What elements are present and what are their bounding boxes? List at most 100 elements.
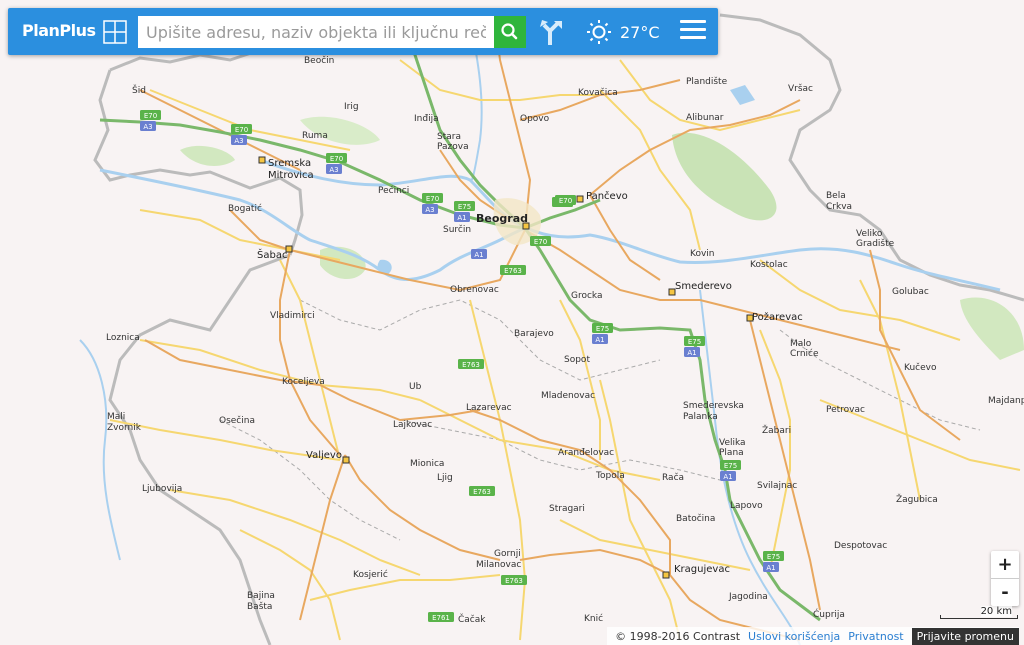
svg-text:A1: A1 xyxy=(457,214,466,222)
road-shield: E763 xyxy=(469,486,495,496)
city-label: Plana xyxy=(719,448,744,458)
city-label: Ćuprija xyxy=(813,608,845,620)
menu-icon[interactable] xyxy=(680,20,706,44)
city-label: Mitrovica xyxy=(268,170,314,181)
road-shield: E75 xyxy=(720,460,741,470)
route-icon[interactable] xyxy=(538,17,568,47)
city-marker xyxy=(746,314,754,322)
svg-text:E763: E763 xyxy=(462,361,480,369)
svg-text:E70: E70 xyxy=(534,238,547,246)
svg-text:A3: A3 xyxy=(234,137,243,145)
road-shield: A3 xyxy=(231,135,247,145)
road-shield: E763 xyxy=(501,575,527,585)
city-label: Malo xyxy=(790,339,812,349)
road-shield: E75 xyxy=(763,551,784,561)
road-shield: E70 xyxy=(422,193,443,203)
road-shield: A3 xyxy=(140,121,156,131)
city-label: Gornji xyxy=(494,549,521,559)
temperature: 27°C xyxy=(620,23,660,42)
road-shield: E75 xyxy=(454,201,475,211)
copyright: © 1998-2016 Contrast xyxy=(615,629,741,643)
search-button[interactable] xyxy=(494,16,526,48)
search-input[interactable] xyxy=(138,16,494,48)
city-label: Lazarevac xyxy=(466,403,512,413)
privacy-link[interactable]: Privatnost xyxy=(848,630,903,643)
city-label: Majdanpek xyxy=(988,396,1024,406)
svg-text:A3: A3 xyxy=(425,206,434,214)
city-marker xyxy=(258,156,266,164)
city-marker xyxy=(522,222,530,230)
city-label: Svilajnac xyxy=(757,481,797,491)
city-label: Loznica xyxy=(106,333,140,343)
svg-text:E70: E70 xyxy=(426,195,439,203)
city-label: Požarevac xyxy=(752,311,803,323)
road-shield: A1 xyxy=(720,471,736,481)
city-label: Lapovo xyxy=(730,501,763,511)
zoom-in-button[interactable]: + xyxy=(991,551,1019,578)
svg-text:A3: A3 xyxy=(143,123,152,131)
city-label: Crkva xyxy=(826,202,852,212)
city-label: Žagubica xyxy=(896,493,938,505)
city-label: Kučevo xyxy=(904,362,937,373)
city-label: Knić xyxy=(584,613,603,624)
road-shield: E70 xyxy=(530,236,551,246)
map-canvas[interactable]: Beočin Šid Irig Inđija Opovo Kovačica Plandišt… xyxy=(0,0,1024,645)
report-change-button[interactable]: Prijavite promenu xyxy=(911,627,1019,645)
city-marker xyxy=(576,195,584,203)
city-label: Mionica xyxy=(410,459,444,469)
zoom-out-button[interactable]: - xyxy=(991,579,1019,606)
svg-text:E75: E75 xyxy=(767,553,780,561)
city-label: Obrenovac xyxy=(450,285,499,295)
city-label: Jagodina xyxy=(728,592,768,602)
city-label: Mali xyxy=(107,412,125,422)
city-label: Surčin xyxy=(443,224,471,235)
city-label: Sremska xyxy=(268,158,311,169)
city-label: Kostolac xyxy=(750,260,788,270)
svg-text:A1: A1 xyxy=(766,564,775,572)
city-label: Valjevo xyxy=(306,450,342,461)
city-label: Plandište xyxy=(686,76,728,87)
city-label: Beograd xyxy=(476,212,528,225)
city-label: Grocka xyxy=(571,291,603,301)
grid-icon[interactable] xyxy=(103,20,127,44)
city-label: Palanka xyxy=(683,412,718,422)
sun-icon xyxy=(587,20,611,44)
svg-text:A1: A1 xyxy=(723,473,732,481)
city-label: Bela xyxy=(826,191,846,201)
road-shield: A1 xyxy=(592,334,608,344)
city-label: Stragari xyxy=(549,504,585,514)
city-label: Inđija xyxy=(414,114,439,124)
road-shield: A1 xyxy=(454,212,470,222)
svg-text:E763: E763 xyxy=(473,488,491,496)
terms-link[interactable]: Uslovi korišćenja xyxy=(748,630,840,643)
svg-text:E763: E763 xyxy=(504,267,522,275)
city-label: Zvornik xyxy=(107,423,142,433)
city-label: Beočin xyxy=(304,55,334,66)
city-marker xyxy=(662,571,670,579)
city-label: Aranđelovac xyxy=(558,448,614,458)
svg-text:E75: E75 xyxy=(724,462,737,470)
city-label: Stara xyxy=(437,132,461,142)
city-label: Koceljeva xyxy=(282,377,325,387)
city-label: Gradište xyxy=(856,238,895,249)
road-shield: E75 xyxy=(684,336,705,346)
road-shield: E70 xyxy=(140,110,161,120)
city-marker xyxy=(342,456,350,464)
road-shield: E761 xyxy=(428,612,454,622)
city-label: Batočina xyxy=(676,513,715,524)
menu-bar xyxy=(680,28,706,31)
city-label: Kosjerić xyxy=(353,569,388,580)
city-label: Mladenovac xyxy=(541,391,595,401)
road-shield: E70 xyxy=(326,153,347,163)
city-label: Žabari xyxy=(762,424,791,436)
road-shield: E70 xyxy=(231,124,252,134)
svg-text:E70: E70 xyxy=(144,112,157,120)
city-label: Čačak xyxy=(458,613,486,625)
svg-text:E75: E75 xyxy=(596,325,609,333)
city-label: Despotovac xyxy=(834,541,887,551)
svg-text:E70: E70 xyxy=(330,155,343,163)
footer: © 1998-2016 Contrast Uslovi korišćenja P… xyxy=(607,627,1019,645)
city-label: Vladimirci xyxy=(270,311,315,321)
logo[interactable]: PlanPlus xyxy=(22,21,96,40)
city-label: Kovačica xyxy=(578,87,618,98)
